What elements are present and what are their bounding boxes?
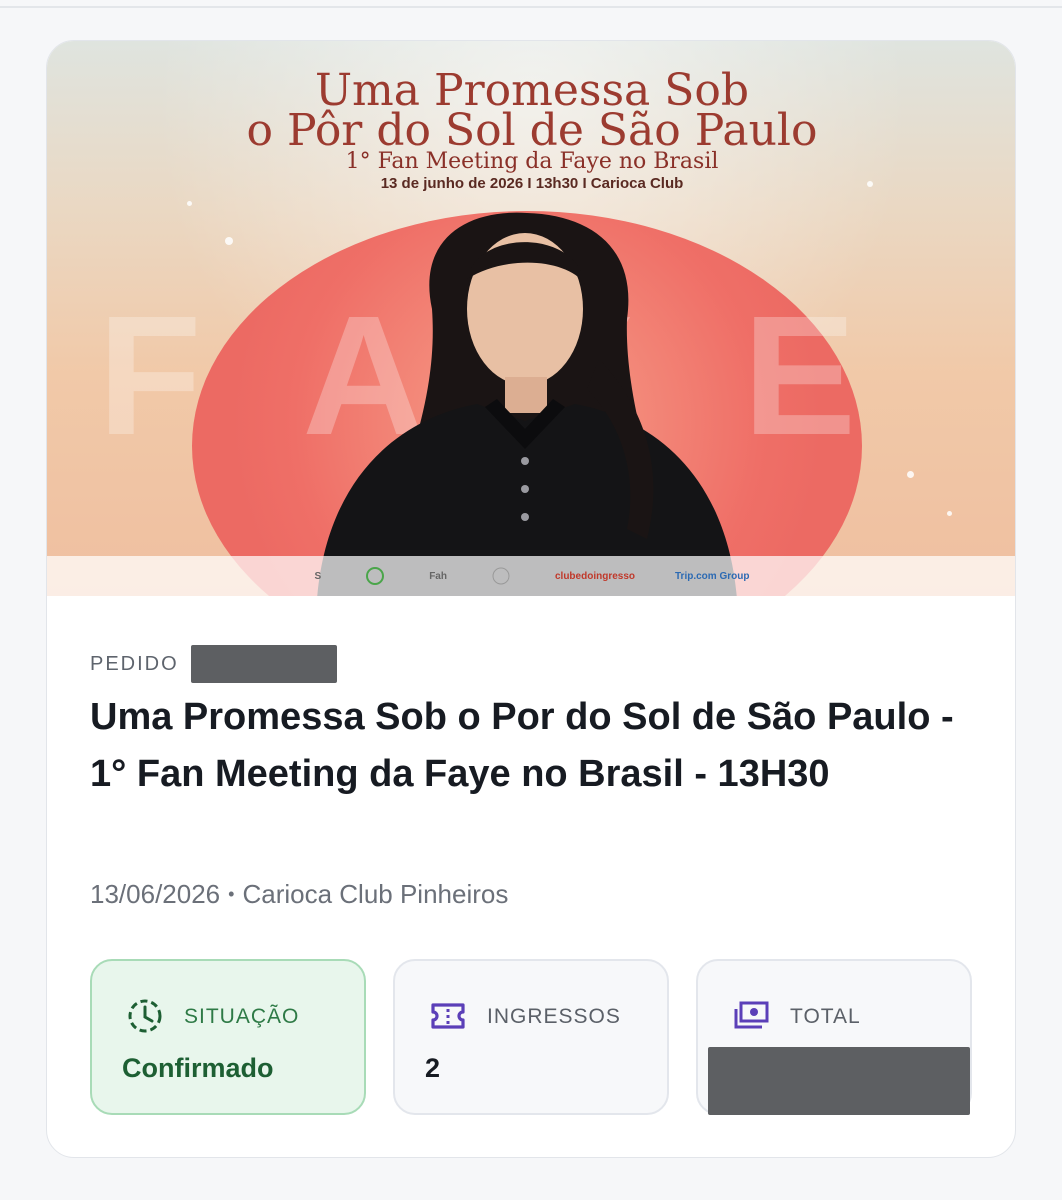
tickets-tile: INGRESSOS 2 <box>393 959 669 1115</box>
total-label: TOTAL <box>790 1005 861 1028</box>
poster-subtitle: 1° Fan Meeting da Faye no Brasil <box>345 149 719 174</box>
event-meta: 13/06/2026 • Carioca Club Pinheiros <box>90 879 508 910</box>
money-icon <box>734 1001 769 1029</box>
event-banner-image: FAYE Uma Promessa Sob o Pôr do Sol de Sã… <box>47 41 1015 596</box>
event-date: 13/06/2026 <box>90 879 221 909</box>
order-id-row: PEDIDO <box>90 645 337 683</box>
order-number-redacted <box>190 645 337 683</box>
sponsor-logo-globe <box>492 567 510 585</box>
sparkle <box>947 511 952 516</box>
sponsor-logo: clubedoingresso <box>554 570 635 582</box>
event-venue: Carioca Club Pinheiros <box>242 879 509 909</box>
status-value: Confirmado <box>122 1053 274 1083</box>
meta-separator: • <box>228 884 235 904</box>
top-divider <box>0 6 1062 8</box>
event-title: Uma Promessa Sob o Por do Sol de São Pau… <box>90 696 954 795</box>
sponsor-logo: Trip.com Group <box>675 570 750 582</box>
sparkle <box>225 237 233 245</box>
sponsor-logo-circle <box>366 567 385 585</box>
order-summary-tiles: SITUAÇÃO Confirmado INGRESSOS 2 TOTAL <box>90 959 974 1117</box>
poster-info: 13 de junho de 2026 I 13h30 I Carioca Cl… <box>380 175 684 192</box>
tickets-label: INGRESSOS <box>487 1005 621 1028</box>
total-value-redacted <box>708 1047 970 1115</box>
artist-portrait <box>317 212 737 596</box>
sparkle <box>907 471 914 478</box>
ticket-icon <box>431 1003 465 1029</box>
total-tile: TOTAL <box>696 959 972 1115</box>
order-card[interactable]: FAYE Uma Promessa Sob o Pôr do Sol de Sã… <box>46 40 1016 1158</box>
tickets-value: 2 <box>425 1053 441 1083</box>
status-tile: SITUAÇÃO Confirmado <box>90 959 366 1115</box>
sponsor-logo: S <box>314 570 322 582</box>
sponsor-bar: S Fah clubedoingresso Trip.com Group <box>47 556 1015 596</box>
poster-title-line2: o Pôr do Sol de São Paulo <box>246 105 818 156</box>
order-label: PEDIDO <box>90 652 179 675</box>
sponsor-logo: Fah <box>429 570 447 582</box>
sparkle <box>187 201 192 206</box>
clock-icon <box>128 999 162 1033</box>
status-label: SITUAÇÃO <box>184 1005 300 1028</box>
